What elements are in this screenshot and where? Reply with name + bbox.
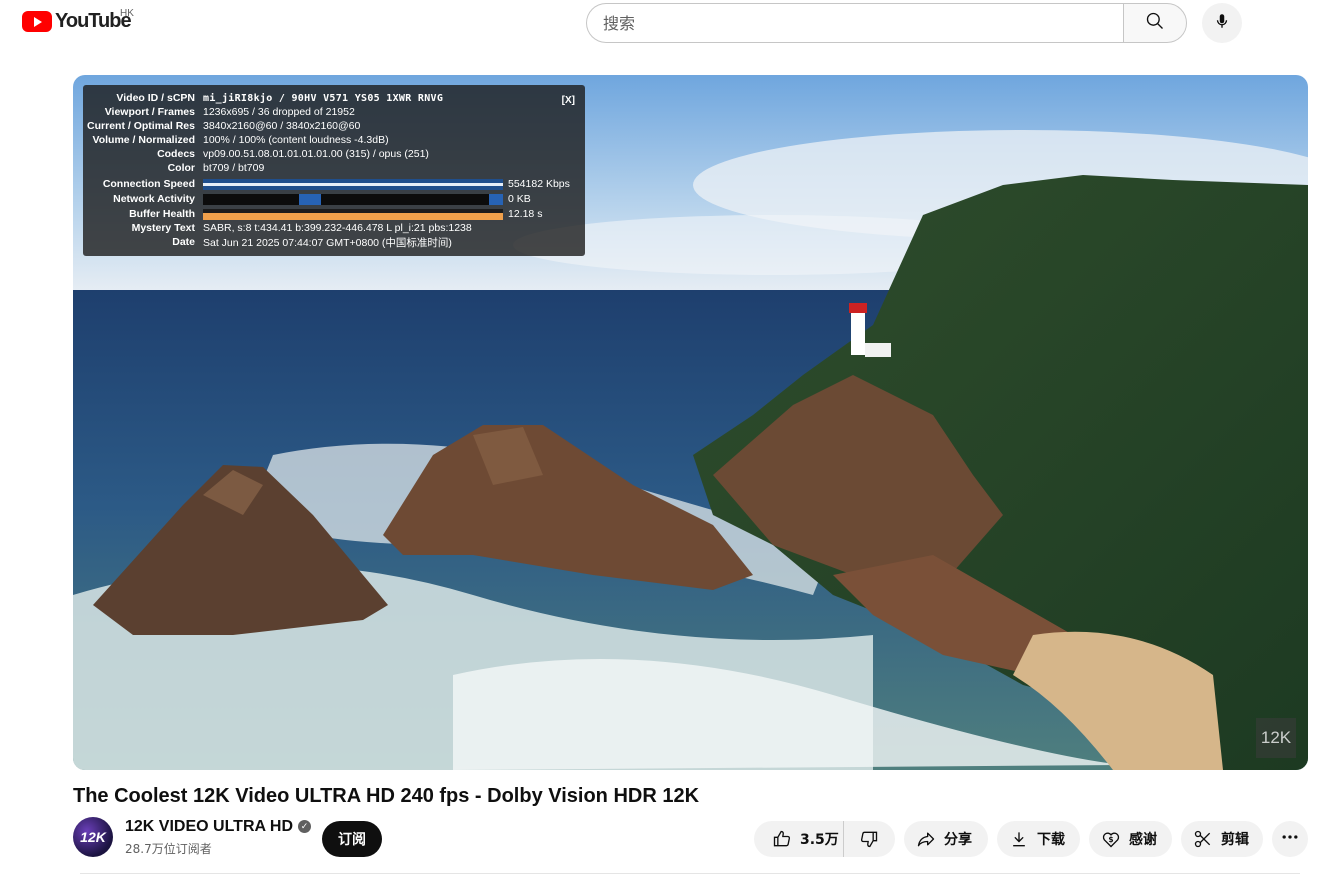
search-button[interactable]	[1123, 3, 1187, 43]
stats-value: 0 KB	[508, 193, 531, 205]
stats-row: Buffer Health 12.18 s	[83, 207, 585, 221]
channel-avatar[interactable]: 12K	[73, 817, 113, 857]
microphone-icon	[1213, 12, 1231, 35]
like-count: 3.5万	[800, 832, 839, 848]
stats-for-nerds-panel: [X] Video ID / sCPN mi_jiRI8kjo / 90HV V…	[83, 85, 585, 256]
youtube-logo[interactable]: YouTube HK	[22, 8, 134, 33]
stats-row: Codecs vp09.00.51.08.01.01.01.01.00 (315…	[83, 147, 585, 161]
stats-key: Date	[172, 236, 195, 248]
stats-value: vp09.00.51.08.01.01.01.01.00 (315) / opu…	[203, 148, 429, 160]
thanks-button[interactable]: $ 感谢	[1089, 821, 1172, 857]
like-dislike-group: 3.5万	[754, 821, 895, 857]
stats-key: Codecs	[157, 148, 195, 160]
region-code: HK	[120, 8, 134, 19]
scissors-icon	[1191, 827, 1215, 851]
stats-key: Mystery Text	[131, 222, 195, 234]
verified-badge-icon: ✓	[298, 820, 312, 833]
like-button[interactable]: 3.5万	[754, 821, 844, 857]
more-horizontal-icon	[1280, 827, 1300, 852]
stats-value[interactable]: mi_jiRI8kjo / 90HV V571 YS05 1XWR RNVG	[203, 93, 443, 104]
more-actions-button[interactable]	[1272, 821, 1308, 857]
search-icon	[1145, 11, 1165, 36]
channel-owner: 12K 12K VIDEO ULTRA HD ✓ 28.7万位订阅者	[73, 817, 312, 857]
stats-value: 1236x695 / 36 dropped of 21952	[203, 106, 355, 118]
stats-value: SABR, s:8 t:434.41 b:399.232-446.478 L p…	[203, 222, 472, 234]
divider	[80, 873, 1300, 874]
stats-key: Buffer Health	[129, 208, 195, 220]
stats-row: Network Activity 0 KB	[83, 192, 585, 206]
stats-row: Date Sat Jun 21 2025 07:44:07 GMT+0800 (…	[83, 235, 585, 249]
stats-value: Sat Jun 21 2025 07:44:07 GMT+0800 (中国标准时…	[203, 236, 452, 249]
share-button[interactable]: 分享	[904, 821, 988, 857]
dislike-button[interactable]	[844, 821, 894, 857]
stats-row: Mystery Text SABR, s:8 t:434.41 b:399.23…	[83, 221, 585, 235]
stats-row: Current / Optimal Res 3840x2160@60 / 384…	[83, 119, 585, 133]
thumbs-up-icon	[770, 827, 794, 851]
subscribe-button[interactable]: 订阅	[322, 821, 382, 857]
channel-name[interactable]: 12K VIDEO ULTRA HD	[125, 818, 293, 836]
masthead: YouTube HK	[0, 0, 1331, 56]
channel-watermark[interactable]: 12K	[1256, 718, 1296, 758]
stats-key: Network Activity	[113, 193, 195, 205]
download-button[interactable]: 下载	[997, 821, 1080, 857]
stats-key: Color	[167, 162, 195, 174]
channel-info: 12K VIDEO ULTRA HD ✓ 28.7万位订阅者	[125, 818, 312, 857]
stats-value: 100% / 100% (content loudness -4.3dB)	[203, 134, 389, 146]
clip-button[interactable]: 剪辑	[1181, 821, 1263, 857]
share-label: 分享	[944, 832, 972, 848]
stats-key: Current / Optimal Res	[87, 120, 195, 132]
channel-name-row: 12K VIDEO ULTRA HD ✓	[125, 818, 312, 836]
download-label: 下载	[1037, 832, 1065, 848]
stats-key: Viewport / Frames	[104, 106, 195, 118]
youtube-play-icon	[22, 11, 52, 32]
stats-row: Connection Speed 554182 Kbps	[83, 177, 585, 191]
download-icon	[1007, 827, 1031, 851]
share-arrow-icon	[914, 827, 938, 851]
stats-value: 554182 Kbps	[508, 178, 570, 190]
connection-speed-graph	[203, 178, 503, 190]
network-activity-graph	[203, 193, 503, 205]
subscriber-count: 28.7万位订阅者	[125, 841, 212, 856]
stats-row: Viewport / Frames 1236x695 / 36 dropped …	[83, 105, 585, 119]
thumbs-down-icon	[857, 827, 881, 851]
buffer-health-graph	[203, 208, 503, 220]
stats-key: Video ID / sCPN	[116, 92, 195, 104]
stats-value: 3840x2160@60 / 3840x2160@60	[203, 120, 361, 132]
stats-row: Color bt709 / bt709	[83, 161, 585, 175]
stats-value: 12.18 s	[508, 208, 543, 220]
clip-label: 剪辑	[1221, 832, 1249, 848]
stats-key: Volume / Normalized	[92, 134, 196, 146]
stats-row: Video ID / sCPN mi_jiRI8kjo / 90HV V571 …	[83, 91, 585, 105]
heart-dollar-icon: $	[1099, 827, 1123, 851]
voice-search-button[interactable]	[1202, 3, 1242, 43]
video-player[interactable]: [X] Video ID / sCPN mi_jiRI8kjo / 90HV V…	[73, 75, 1308, 770]
video-title: The Coolest 12K Video ULTRA HD 240 fps -…	[73, 785, 700, 807]
thanks-label: 感谢	[1129, 832, 1157, 848]
stats-key: Connection Speed	[102, 178, 195, 190]
search-input[interactable]	[586, 3, 1123, 43]
svg-text:$: $	[1108, 835, 1113, 844]
stats-value: bt709 / bt709	[203, 162, 265, 174]
search-box	[586, 3, 1187, 43]
stats-row: Volume / Normalized 100% / 100% (content…	[83, 133, 585, 147]
